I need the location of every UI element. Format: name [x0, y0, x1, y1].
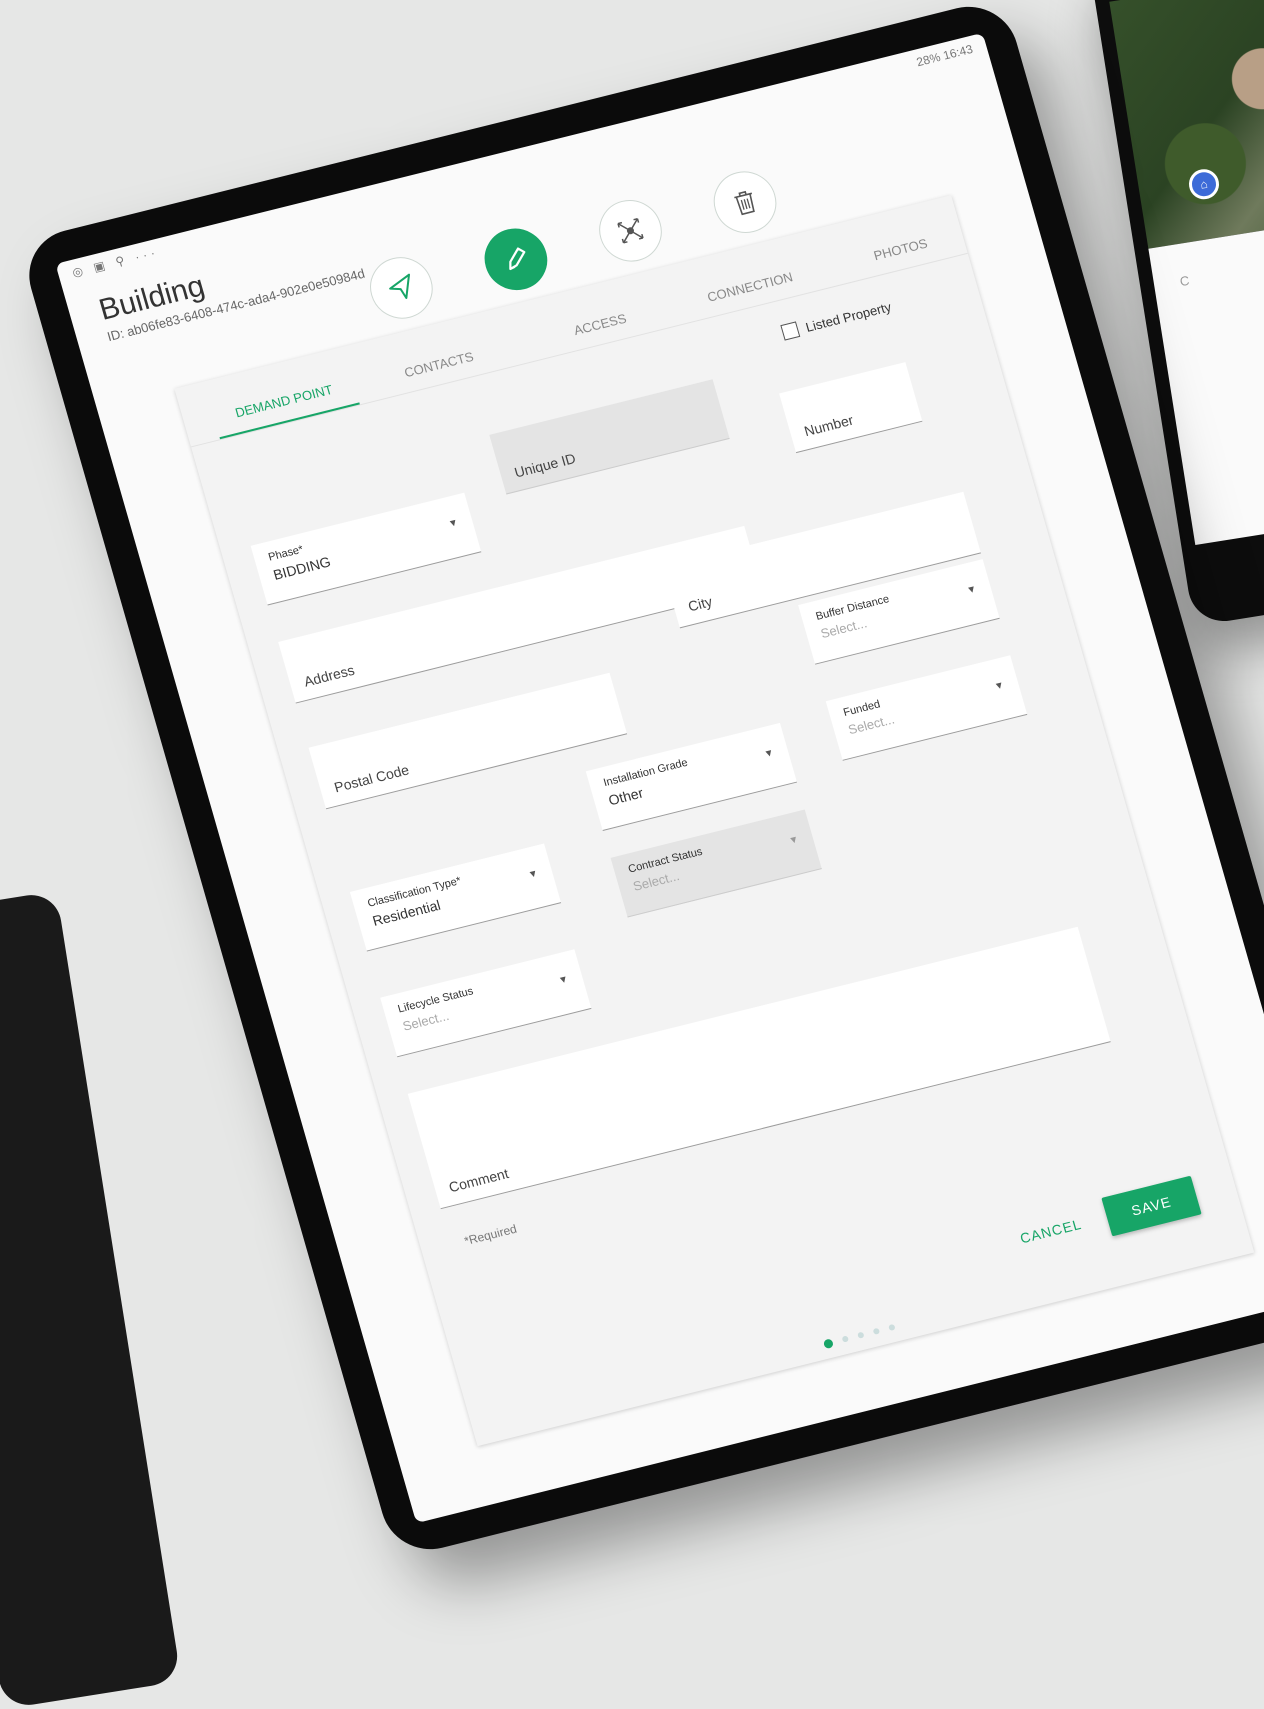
required-note: *Required: [462, 1221, 519, 1249]
save-button[interactable]: SAVE: [1101, 1175, 1202, 1237]
navigation-arrow-icon: [362, 250, 441, 326]
page-dot-3[interactable]: [857, 1331, 865, 1339]
lifecycle-status-select[interactable]: Lifecycle Status Select... ▼: [380, 949, 592, 1058]
chevron-down-icon: ▼: [557, 973, 570, 987]
demand-point-form-card: DEMAND POINT CONTACTS ACCESS CONNECTION …: [174, 195, 1255, 1447]
contract-status-select: Contract Status Select... ▼: [610, 809, 822, 918]
checkbox-icon: [780, 321, 801, 341]
trash-icon: [706, 164, 784, 240]
listed-property-label: Listed Property: [803, 298, 893, 335]
classification-type-select[interactable]: Classification Type* Residential ▼: [349, 843, 562, 952]
move-icon: [591, 193, 670, 269]
chevron-down-icon: ▼: [787, 833, 801, 847]
form-actions: CANCEL SAVE: [1015, 1175, 1202, 1258]
chevron-down-icon: ▼: [762, 747, 776, 761]
listed-property-checkbox[interactable]: Listed Property: [780, 298, 893, 341]
page-dot-5[interactable]: [888, 1323, 896, 1332]
funded-select[interactable]: Funded Select... ▼: [825, 655, 1028, 761]
number-field[interactable]: Number: [779, 362, 923, 454]
chevron-down-icon: ▼: [526, 868, 540, 882]
chevron-down-icon: ▼: [447, 517, 460, 531]
tablet-device: ◎ ▣ ⚲ ··· 28% 16:43 Building ID: ab06fe8…: [17, 0, 1264, 1560]
city-label: City: [686, 593, 714, 615]
form-body: Listed Property Phase* BIDDING ▼ Unique …: [191, 254, 1216, 1313]
right-device-panel: C: [1148, 212, 1264, 546]
chevron-down-icon: ▼: [965, 583, 979, 597]
postal-code-field[interactable]: Postal Code: [308, 672, 628, 810]
unique-id-field: Unique ID: [489, 379, 730, 495]
installation-grade-select[interactable]: Installation Grade Other ▼: [585, 722, 798, 831]
chevron-down-icon: ▼: [993, 679, 1006, 693]
page-dot-2[interactable]: [841, 1335, 850, 1343]
phase-select[interactable]: Phase* BIDDING ▼: [250, 492, 482, 606]
number-label: Number: [802, 411, 856, 440]
page-dot-4[interactable]: [872, 1327, 881, 1335]
tablet-screen: ◎ ▣ ⚲ ··· 28% 16:43 Building ID: ab06fe8…: [55, 32, 1264, 1524]
cancel-button[interactable]: CANCEL: [1018, 1216, 1083, 1247]
pencil-icon: [477, 222, 555, 297]
map-view: ⌂: [1109, 0, 1264, 249]
cut-off-label: C: [1178, 272, 1191, 290]
building-pin-icon: ⌂: [1186, 167, 1222, 202]
unique-id-label: Unique ID: [512, 450, 578, 481]
address-label: Address: [301, 661, 357, 690]
postal-code-label: Postal Code: [332, 761, 411, 796]
comment-label: Comment: [446, 1165, 511, 1196]
background-device-left: [0, 890, 182, 1709]
